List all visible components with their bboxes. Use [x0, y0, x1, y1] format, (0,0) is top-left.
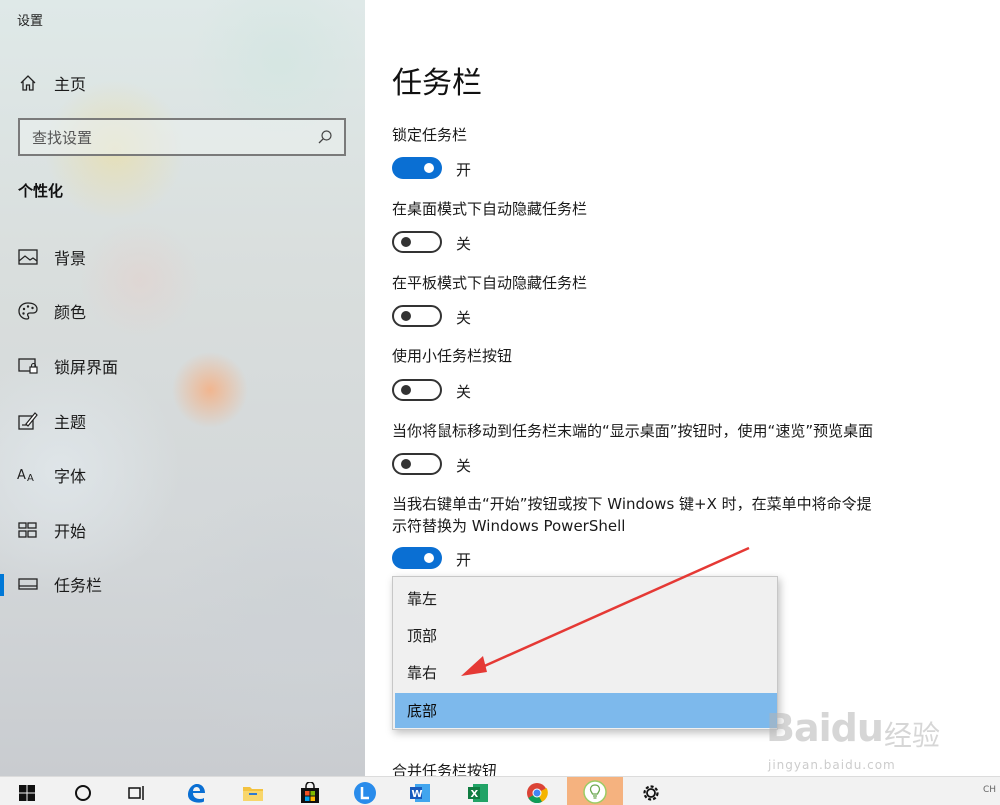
sidebar-item-label: 任务栏	[54, 576, 103, 595]
sidebar-item-background[interactable]: 背景	[0, 237, 365, 277]
taskbar-icon	[17, 573, 39, 595]
sidebar-item-start[interactable]: 开始	[0, 510, 365, 550]
settings-gear-icon[interactable]	[638, 780, 664, 805]
sidebar-item-colors[interactable]: 颜色	[0, 291, 365, 331]
toggle-small-buttons[interactable]	[392, 379, 442, 401]
toggle-knob	[424, 163, 434, 173]
palette-icon	[17, 300, 39, 322]
svg-text:A: A	[27, 473, 34, 484]
sidebar-home[interactable]: 主页	[18, 70, 86, 96]
task-view-icon[interactable]	[124, 780, 150, 805]
red-arrow-annotation	[461, 546, 750, 676]
setting-label-line: 当我右键单击“开始”按钮或按下 Windows 键+X 时，在菜单中将命令提	[392, 495, 872, 513]
toggle-lock-taskbar[interactable]	[392, 157, 442, 179]
word-icon[interactable]: W	[407, 780, 433, 805]
sidebar-item-label: 字体	[54, 467, 87, 486]
setting-label-small-buttons: 使用小任务栏按钮	[392, 347, 513, 365]
section-heading: 个性化	[18, 182, 64, 200]
toggle-state-text: 关	[456, 235, 472, 253]
page-title: 任务栏	[392, 66, 482, 101]
svg-text:X: X	[471, 789, 479, 800]
search-icon[interactable]	[314, 126, 336, 148]
sidebar-item-label: 颜色	[54, 303, 87, 322]
watermark-logo: Baidu	[766, 706, 884, 750]
home-icon	[18, 73, 38, 93]
start-grid-icon	[17, 519, 39, 541]
watermark-text: 经验	[884, 719, 941, 752]
sidebar-item-label: 锁屏界面	[54, 358, 119, 377]
sidebar-home-label: 主页	[54, 75, 87, 94]
baidu-watermark: Baidu 经验 jingyan.baidu.com	[766, 700, 956, 775]
sidebar-item-lock-screen[interactable]: 锁屏界面	[0, 346, 365, 386]
toggle-state-text: 开	[456, 161, 472, 179]
lightbulb-app-icon[interactable]	[567, 777, 623, 805]
setting-label-powershell: 当我右键单击“开始”按钮或按下 Windows 键+X 时，在菜单中将命令提 示…	[392, 493, 872, 537]
search-circle-icon[interactable]	[70, 780, 96, 805]
edge-browser-icon[interactable]	[183, 780, 209, 805]
toggle-state-text: 关	[456, 457, 472, 475]
setting-label-line: 示符替换为 Windows PowerShell	[392, 517, 626, 535]
l-app-icon[interactable]	[352, 780, 378, 805]
windows-taskbar: W X CH	[0, 776, 1000, 805]
toggle-peek[interactable]	[392, 453, 442, 475]
toggle-autohide-desktop[interactable]	[392, 231, 442, 253]
search-placeholder: 查找设置	[32, 128, 93, 147]
toggle-autohide-tablet[interactable]	[392, 305, 442, 327]
svg-text:A: A	[17, 468, 26, 483]
sidebar-item-label: 开始	[54, 522, 87, 541]
store-icon[interactable]	[297, 780, 323, 805]
toggle-knob	[401, 237, 411, 247]
setting-label-peek: 当你将鼠标移动到任务栏末端的“显示桌面”按钮时，使用“速览”预览桌面	[392, 422, 874, 440]
toggle-knob	[401, 459, 411, 469]
toggle-state-text: 关	[456, 309, 472, 327]
lock-screen-icon	[17, 355, 39, 377]
sidebar-item-themes[interactable]: 主题	[0, 401, 365, 441]
search-input[interactable]: 查找设置	[18, 118, 346, 156]
toggle-powershell[interactable]	[392, 547, 442, 569]
picture-icon	[17, 246, 39, 268]
setting-label-autohide-desktop: 在桌面模式下自动隐藏任务栏	[392, 200, 588, 218]
window-title: 设置	[17, 14, 44, 29]
setting-label-lock-taskbar: 锁定任务栏	[392, 126, 468, 144]
toggle-state-text: 关	[456, 383, 472, 401]
sidebar-item-label: 主题	[54, 413, 87, 432]
watermark-url: jingyan.baidu.com	[768, 758, 896, 772]
svg-text:W: W	[412, 789, 423, 800]
excel-icon[interactable]: X	[465, 780, 491, 805]
file-explorer-icon[interactable]	[240, 780, 266, 805]
toggle-knob	[401, 385, 411, 395]
setting-label-autohide-tablet: 在平板模式下自动隐藏任务栏	[392, 274, 588, 292]
sidebar-item-fonts[interactable]: AA 字体	[0, 455, 365, 495]
toggle-knob	[424, 553, 434, 563]
dropdown-option-bottom[interactable]: 底部	[395, 693, 777, 728]
toggle-knob	[401, 311, 411, 321]
input-language-indicator[interactable]: CH	[983, 785, 996, 795]
theme-brush-icon	[17, 410, 39, 432]
setting-label-combine-buttons: 合并任务栏按钮	[392, 762, 498, 776]
windows-start-icon[interactable]	[14, 780, 40, 805]
chrome-icon[interactable]	[524, 780, 550, 805]
sidebar-item-label: 背景	[54, 249, 87, 268]
active-indicator	[0, 574, 4, 596]
sidebar-item-taskbar[interactable]: 任务栏	[0, 564, 365, 604]
font-icon: AA	[17, 464, 39, 486]
sidebar: 设置 主页 查找设置 个性化 背景 颜色 锁屏界面 主题 A A 字体 开始 任…	[0, 0, 365, 776]
